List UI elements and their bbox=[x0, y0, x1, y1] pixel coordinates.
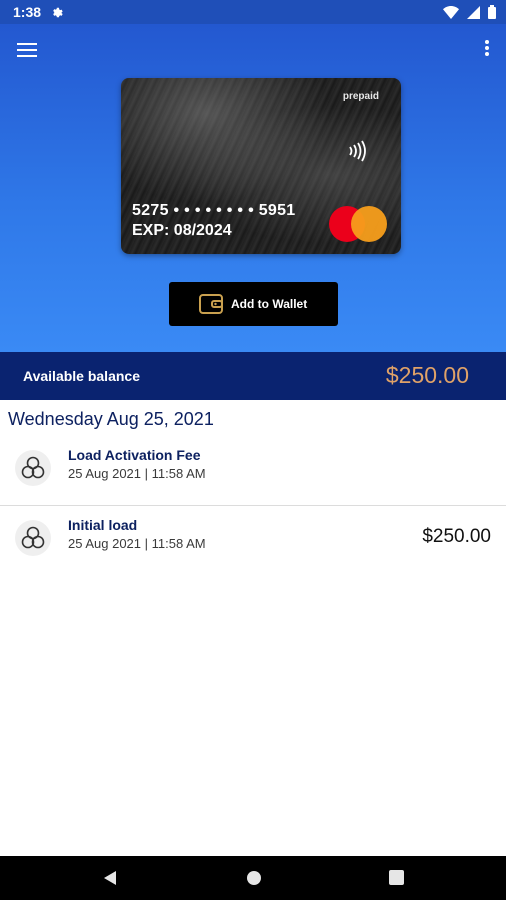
battery-icon bbox=[488, 5, 496, 24]
prepaid-card[interactable]: prepaid 5275 • • • • • • • • 5951 EXP: 0… bbox=[121, 78, 401, 254]
transaction-timestamp: 25 Aug 2021 | 11:58 AM bbox=[68, 466, 206, 481]
transaction-title: Initial load bbox=[68, 517, 138, 533]
signal-icon bbox=[467, 5, 480, 24]
hamburger-menu-icon[interactable] bbox=[17, 43, 37, 57]
mastercard-logo-icon bbox=[327, 205, 389, 245]
balance-bar: Available balance $250.00 bbox=[0, 352, 506, 400]
merchant-logo-icon bbox=[15, 520, 51, 556]
merchant-logo-icon bbox=[15, 450, 51, 486]
back-icon[interactable] bbox=[102, 870, 118, 891]
transaction-timestamp: 25 Aug 2021 | 11:58 AM bbox=[68, 536, 206, 551]
add-to-wallet-label: Add to Wallet bbox=[231, 297, 308, 311]
wallet-icon bbox=[199, 293, 223, 319]
more-vertical-icon[interactable] bbox=[484, 40, 490, 58]
status-bar: 1:38 bbox=[0, 0, 506, 24]
status-time: 1:38 bbox=[13, 4, 42, 20]
contactless-icon bbox=[346, 140, 368, 167]
recents-icon[interactable] bbox=[389, 870, 404, 890]
transactions-date-header: Wednesday Aug 25, 2021 bbox=[8, 409, 214, 429]
transaction-row[interactable]: Load Activation Fee 25 Aug 2021 | 11:58 … bbox=[0, 436, 506, 502]
transaction-amount: $250.00 bbox=[422, 526, 491, 547]
card-expiry: EXP: 08/2024 bbox=[132, 222, 232, 239]
card-badge: prepaid bbox=[342, 91, 379, 102]
transaction-title: Load Activation Fee bbox=[68, 447, 201, 463]
add-to-wallet-button[interactable]: Add to Wallet bbox=[169, 282, 338, 326]
card-number: 5275 • • • • • • • • 5951 bbox=[132, 202, 296, 219]
wifi-icon bbox=[443, 5, 459, 24]
transaction-row[interactable]: Initial load 25 Aug 2021 | 11:58 AM $250… bbox=[0, 506, 506, 572]
system-nav-bar bbox=[0, 856, 506, 900]
available-balance-label: Available balance bbox=[23, 368, 140, 384]
home-icon[interactable] bbox=[246, 870, 262, 891]
available-balance-amount: $250.00 bbox=[385, 362, 469, 388]
settings-icon bbox=[50, 5, 63, 23]
